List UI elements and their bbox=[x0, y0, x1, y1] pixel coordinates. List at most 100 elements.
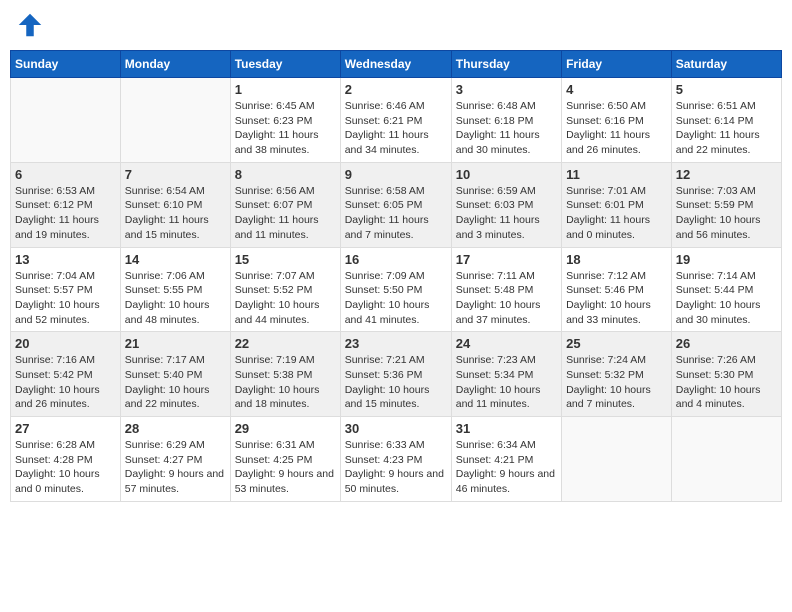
calendar-cell: 24 Sunrise: 7:23 AM Sunset: 5:34 PM Dayli… bbox=[451, 332, 561, 417]
day-number: 12 bbox=[676, 167, 777, 182]
day-info: Sunrise: 7:12 AM Sunset: 5:46 PM Dayligh… bbox=[566, 269, 667, 328]
calendar-cell: 29 Sunrise: 6:31 AM Sunset: 4:25 PM Dayli… bbox=[230, 417, 340, 502]
calendar-cell: 5 Sunrise: 6:51 AM Sunset: 6:14 PM Daylig… bbox=[671, 78, 781, 163]
day-number: 8 bbox=[235, 167, 336, 182]
calendar-cell: 1 Sunrise: 6:45 AM Sunset: 6:23 PM Daylig… bbox=[230, 78, 340, 163]
day-number: 1 bbox=[235, 82, 336, 97]
day-number: 5 bbox=[676, 82, 777, 97]
calendar-cell: 21 Sunrise: 7:17 AM Sunset: 5:40 PM Dayli… bbox=[120, 332, 230, 417]
calendar-cell: 2Sunrise: 6:46 AM Sunset: 6:21 PM Daylig… bbox=[340, 78, 451, 163]
day-info: Sunrise: 7:21 AM Sunset: 5:36 PM Dayligh… bbox=[345, 353, 447, 412]
calendar-cell: 28Sunrise: 6:29 AM Sunset: 4:27 PM Dayli… bbox=[120, 417, 230, 502]
calendar-cell: 23 Sunrise: 7:21 AM Sunset: 5:36 PM Dayli… bbox=[340, 332, 451, 417]
day-number: 13 bbox=[15, 252, 116, 267]
day-info: Sunrise: 6:53 AM Sunset: 6:12 PM Dayligh… bbox=[15, 184, 116, 243]
weekday-header-row: SundayMondayTuesdayWednesdayThursdayFrid… bbox=[11, 51, 782, 78]
calendar-cell: 12 Sunrise: 7:03 AM Sunset: 5:59 PM Dayli… bbox=[671, 162, 781, 247]
day-info: Sunrise: 6:31 AM Sunset: 4:25 PM Dayligh… bbox=[235, 438, 336, 497]
calendar-cell: 26Sunrise: 7:26 AM Sunset: 5:30 PM Dayli… bbox=[671, 332, 781, 417]
day-info: Sunrise: 6:54 AM Sunset: 6:10 PM Dayligh… bbox=[125, 184, 226, 243]
weekday-header-tuesday: Tuesday bbox=[230, 51, 340, 78]
calendar-cell: 4Sunrise: 6:50 AM Sunset: 6:16 PM Daylig… bbox=[562, 78, 672, 163]
day-number: 21 bbox=[125, 336, 226, 351]
day-info: Sunrise: 7:17 AM Sunset: 5:40 PM Dayligh… bbox=[125, 353, 226, 412]
day-info: Sunrise: 7:07 AM Sunset: 5:52 PM Dayligh… bbox=[235, 269, 336, 328]
day-number: 17 bbox=[456, 252, 557, 267]
day-number: 10 bbox=[456, 167, 557, 182]
calendar-cell: 16Sunrise: 7:09 AM Sunset: 5:50 PM Dayli… bbox=[340, 247, 451, 332]
calendar-cell: 7 Sunrise: 6:54 AM Sunset: 6:10 PM Daylig… bbox=[120, 162, 230, 247]
day-info: Sunrise: 7:19 AM Sunset: 5:38 PM Dayligh… bbox=[235, 353, 336, 412]
calendar-cell: 10 Sunrise: 6:59 AM Sunset: 6:03 PM Dayli… bbox=[451, 162, 561, 247]
calendar-cell: 6 Sunrise: 6:53 AM Sunset: 6:12 PM Daylig… bbox=[11, 162, 121, 247]
calendar-cell: 15 Sunrise: 7:07 AM Sunset: 5:52 PM Dayli… bbox=[230, 247, 340, 332]
day-number: 15 bbox=[235, 252, 336, 267]
calendar-cell: 22 Sunrise: 7:19 AM Sunset: 5:38 PM Dayli… bbox=[230, 332, 340, 417]
day-info: Sunrise: 6:56 AM Sunset: 6:07 PM Dayligh… bbox=[235, 184, 336, 243]
week-row-2: 6 Sunrise: 6:53 AM Sunset: 6:12 PM Daylig… bbox=[11, 162, 782, 247]
day-info: Sunrise: 7:24 AM Sunset: 5:32 PM Dayligh… bbox=[566, 353, 667, 412]
calendar-cell: 19Sunrise: 7:14 AM Sunset: 5:44 PM Dayli… bbox=[671, 247, 781, 332]
day-info: Sunrise: 7:03 AM Sunset: 5:59 PM Dayligh… bbox=[676, 184, 777, 243]
week-row-3: 13 Sunrise: 7:04 AM Sunset: 5:57 PM Dayli… bbox=[11, 247, 782, 332]
calendar-cell: 30 Sunrise: 6:33 AM Sunset: 4:23 PM Dayli… bbox=[340, 417, 451, 502]
day-number: 25 bbox=[566, 336, 667, 351]
week-row-4: 20 Sunrise: 7:16 AM Sunset: 5:42 PM Dayli… bbox=[11, 332, 782, 417]
day-info: Sunrise: 7:11 AM Sunset: 5:48 PM Dayligh… bbox=[456, 269, 557, 328]
day-info: Sunrise: 6:29 AM Sunset: 4:27 PM Dayligh… bbox=[125, 438, 226, 497]
day-info: Sunrise: 6:59 AM Sunset: 6:03 PM Dayligh… bbox=[456, 184, 557, 243]
calendar-cell: 9 Sunrise: 6:58 AM Sunset: 6:05 PM Daylig… bbox=[340, 162, 451, 247]
day-number: 30 bbox=[345, 421, 447, 436]
day-info: Sunrise: 7:04 AM Sunset: 5:57 PM Dayligh… bbox=[15, 269, 116, 328]
day-info: Sunrise: 6:48 AM Sunset: 6:18 PM Dayligh… bbox=[456, 99, 557, 158]
day-info: Sunrise: 7:26 AM Sunset: 5:30 PM Dayligh… bbox=[676, 353, 777, 412]
day-number: 23 bbox=[345, 336, 447, 351]
day-number: 14 bbox=[125, 252, 226, 267]
day-info: Sunrise: 7:09 AM Sunset: 5:50 PM Dayligh… bbox=[345, 269, 447, 328]
day-number: 29 bbox=[235, 421, 336, 436]
calendar-cell: 17 Sunrise: 7:11 AM Sunset: 5:48 PM Dayli… bbox=[451, 247, 561, 332]
day-info: Sunrise: 7:14 AM Sunset: 5:44 PM Dayligh… bbox=[676, 269, 777, 328]
day-info: Sunrise: 6:33 AM Sunset: 4:23 PM Dayligh… bbox=[345, 438, 447, 497]
logo bbox=[15, 10, 50, 40]
calendar-cell: 13 Sunrise: 7:04 AM Sunset: 5:57 PM Dayli… bbox=[11, 247, 121, 332]
calendar-cell bbox=[120, 78, 230, 163]
weekday-header-wednesday: Wednesday bbox=[340, 51, 451, 78]
day-info: Sunrise: 6:34 AM Sunset: 4:21 PM Dayligh… bbox=[456, 438, 557, 497]
calendar-cell: 27Sunrise: 6:28 AM Sunset: 4:28 PM Dayli… bbox=[11, 417, 121, 502]
day-number: 24 bbox=[456, 336, 557, 351]
day-number: 9 bbox=[345, 167, 447, 182]
weekday-header-sunday: Sunday bbox=[11, 51, 121, 78]
day-info: Sunrise: 6:58 AM Sunset: 6:05 PM Dayligh… bbox=[345, 184, 447, 243]
week-row-5: 27Sunrise: 6:28 AM Sunset: 4:28 PM Dayli… bbox=[11, 417, 782, 502]
calendar-cell bbox=[671, 417, 781, 502]
logo-icon bbox=[15, 10, 45, 40]
weekday-header-monday: Monday bbox=[120, 51, 230, 78]
day-info: Sunrise: 6:50 AM Sunset: 6:16 PM Dayligh… bbox=[566, 99, 667, 158]
day-number: 31 bbox=[456, 421, 557, 436]
week-row-1: 1 Sunrise: 6:45 AM Sunset: 6:23 PM Daylig… bbox=[11, 78, 782, 163]
day-number: 6 bbox=[15, 167, 116, 182]
calendar-table: SundayMondayTuesdayWednesdayThursdayFrid… bbox=[10, 50, 782, 502]
day-number: 11 bbox=[566, 167, 667, 182]
day-info: Sunrise: 6:28 AM Sunset: 4:28 PM Dayligh… bbox=[15, 438, 116, 497]
day-number: 20 bbox=[15, 336, 116, 351]
day-info: Sunrise: 6:46 AM Sunset: 6:21 PM Dayligh… bbox=[345, 99, 447, 158]
day-info: Sunrise: 7:16 AM Sunset: 5:42 PM Dayligh… bbox=[15, 353, 116, 412]
calendar-cell: 20 Sunrise: 7:16 AM Sunset: 5:42 PM Dayli… bbox=[11, 332, 121, 417]
day-number: 18 bbox=[566, 252, 667, 267]
weekday-header-saturday: Saturday bbox=[671, 51, 781, 78]
calendar-cell: 14Sunrise: 7:06 AM Sunset: 5:55 PM Dayli… bbox=[120, 247, 230, 332]
day-info: Sunrise: 7:01 AM Sunset: 6:01 PM Dayligh… bbox=[566, 184, 667, 243]
weekday-header-thursday: Thursday bbox=[451, 51, 561, 78]
day-number: 7 bbox=[125, 167, 226, 182]
weekday-header-friday: Friday bbox=[562, 51, 672, 78]
calendar-cell: 3Sunrise: 6:48 AM Sunset: 6:18 PM Daylig… bbox=[451, 78, 561, 163]
calendar-cell: 18 Sunrise: 7:12 AM Sunset: 5:46 PM Dayli… bbox=[562, 247, 672, 332]
day-info: Sunrise: 6:45 AM Sunset: 6:23 PM Dayligh… bbox=[235, 99, 336, 158]
day-number: 22 bbox=[235, 336, 336, 351]
day-info: Sunrise: 7:23 AM Sunset: 5:34 PM Dayligh… bbox=[456, 353, 557, 412]
calendar-cell bbox=[11, 78, 121, 163]
calendar-cell: 25 Sunrise: 7:24 AM Sunset: 5:32 PM Dayli… bbox=[562, 332, 672, 417]
day-info: Sunrise: 6:51 AM Sunset: 6:14 PM Dayligh… bbox=[676, 99, 777, 158]
